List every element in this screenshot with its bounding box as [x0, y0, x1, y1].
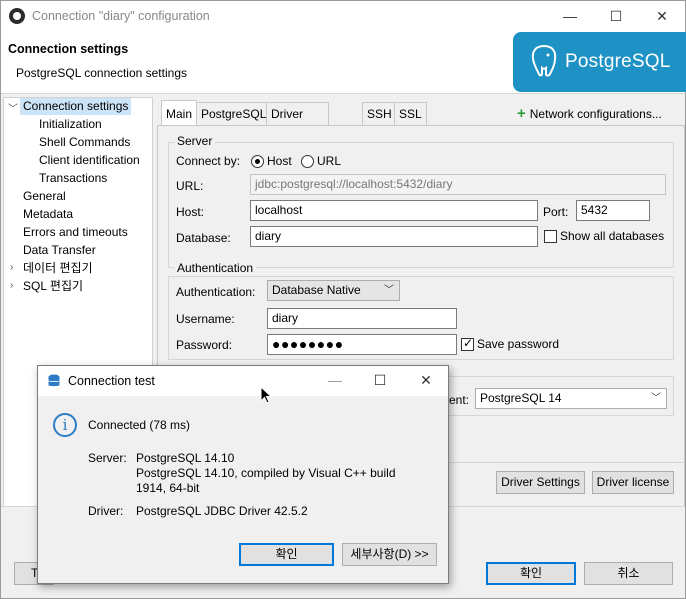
driver-settings-button[interactable]: Driver Settings [496, 471, 585, 494]
connect-by-label: Connect by: [176, 154, 241, 168]
minimize-button[interactable]: — [547, 1, 593, 32]
tree-item-connection-settings[interactable]: Connection settings [20, 98, 132, 115]
server-version: PostgreSQL 14.10 [136, 451, 235, 465]
authentication-group-label: Authentication [174, 261, 257, 275]
page-subtitle: PostgreSQL connection settings [16, 66, 187, 80]
show-all-databases-checkbox[interactable] [544, 230, 557, 243]
tree-item-data-editor[interactable]: 데이터 편집기 [23, 260, 93, 277]
password-field[interactable]: ●●●●●●●● [267, 334, 457, 355]
server-group-label: Server [174, 134, 216, 148]
tree-item-client-identification[interactable]: Client identification [39, 152, 140, 169]
dialog-maximize-button[interactable]: ☐ [357, 365, 403, 395]
authentication-label: Authentication: [176, 285, 256, 299]
app-icon [9, 8, 25, 24]
port-field[interactable]: 5432 [576, 200, 650, 221]
network-configurations-label: Network configurations... [529, 107, 662, 121]
elephant-icon [531, 44, 557, 77]
server-label: Server: [88, 451, 127, 465]
network-configurations-link[interactable]: + Network configurations... [517, 105, 662, 122]
driver-label: Driver: [88, 504, 124, 518]
tab-main[interactable]: Main [161, 100, 198, 126]
host-radio[interactable] [251, 155, 264, 168]
dialog-title: Connection test [68, 374, 155, 388]
driver-license-button[interactable]: Driver license [592, 471, 674, 494]
authentication-select-value: Database Native [272, 283, 361, 297]
maximize-button[interactable]: ☐ [593, 1, 639, 32]
database-label: Database: [176, 231, 231, 245]
dialog-close-button[interactable]: ✕ [403, 365, 449, 395]
client-label: ent: [449, 393, 470, 407]
tab-postgresql[interactable]: PostgreSQL [196, 102, 272, 125]
cancel-button[interactable]: 취소 [584, 562, 673, 585]
page-header: Connection settings PostgreSQL connectio… [1, 32, 686, 94]
chevron-down-icon[interactable]: ﹀ [8, 100, 18, 115]
dialog-ok-button[interactable]: 확인 [239, 543, 334, 566]
tab-ssh[interactable]: SSH [362, 102, 397, 125]
postgresql-logo: PostgreSQL [513, 32, 686, 92]
chevron-down-icon: ﹀ [384, 285, 394, 296]
plus-icon: + [517, 105, 526, 122]
username-label: Username: [176, 312, 235, 326]
dialog-minimize-button[interactable]: — [312, 365, 358, 395]
database-field[interactable]: diary [250, 226, 538, 247]
save-password-checkbox[interactable] [461, 336, 474, 351]
username-field[interactable]: diary [267, 308, 457, 329]
tree-item-data-transfer[interactable]: Data Transfer [23, 242, 96, 259]
database-icon [48, 374, 60, 387]
host-field[interactable]: localhost [250, 200, 538, 221]
chevron-right-icon[interactable]: › [10, 280, 13, 291]
ok-button[interactable]: 확인 [486, 562, 576, 585]
dialog-details-button[interactable]: 세부사항(D) >> [342, 543, 437, 566]
dialog-title-bar: Connection test — ☐ ✕ [38, 366, 448, 396]
tab-ssl[interactable]: SSL [394, 102, 427, 125]
tree-item-initialization[interactable]: Initialization [39, 116, 102, 133]
chevron-right-icon[interactable]: › [10, 262, 13, 273]
window-title: Connection "diary" configuration [32, 9, 210, 23]
client-select[interactable]: PostgreSQL 14 ﹀ [475, 388, 667, 409]
tree-item-errors-timeouts[interactable]: Errors and timeouts [23, 224, 128, 241]
logo-text: PostgreSQL [565, 51, 671, 72]
tab-driver-properties[interactable]: Driver properties [266, 102, 330, 143]
tree-item-metadata[interactable]: Metadata [23, 206, 73, 223]
dialog-body: i Connected (78 ms) Server: PostgreSQL 1… [38, 396, 448, 583]
server-build-arch: 1914, 64-bit [136, 481, 200, 495]
info-icon: i [53, 413, 77, 437]
driver-version: PostgreSQL JDBC Driver 42.5.2 [136, 504, 308, 518]
close-button[interactable]: ✕ [639, 1, 685, 32]
password-label: Password: [176, 338, 233, 352]
host-label: Host: [176, 205, 205, 219]
save-password-label: Save password [477, 337, 560, 351]
tree-item-shell-commands[interactable]: Shell Commands [39, 134, 130, 151]
url-field[interactable]: jdbc:postgresql://localhost:5432/diary [250, 174, 666, 195]
host-radio-label: Host [267, 154, 292, 168]
url-radio[interactable] [301, 155, 314, 168]
port-label: Port: [543, 205, 569, 219]
connection-test-dialog: Connection test — ☐ ✕ i Connected (78 ms… [37, 365, 449, 584]
url-label: URL: [176, 179, 204, 193]
tree-item-transactions[interactable]: Transactions [39, 170, 107, 187]
tree-item-sql-editor[interactable]: SQL 편집기 [23, 278, 83, 295]
connection-status: Connected (78 ms) [88, 418, 191, 432]
chevron-down-icon: ﹀ [651, 393, 661, 404]
client-select-value: PostgreSQL 14 [480, 391, 562, 405]
mouse-cursor-icon [260, 386, 272, 404]
page-title: Connection settings [8, 42, 129, 56]
authentication-select[interactable]: Database Native ﹀ [267, 280, 400, 301]
show-all-databases-label: Show all databases [560, 229, 665, 243]
url-radio-label: URL [317, 154, 342, 168]
server-build: PostgreSQL 14.10, compiled by Visual C++… [136, 466, 396, 480]
tree-item-general[interactable]: General [23, 188, 66, 205]
title-bar: Connection "diary" configuration — ☐ ✕ [1, 1, 685, 32]
